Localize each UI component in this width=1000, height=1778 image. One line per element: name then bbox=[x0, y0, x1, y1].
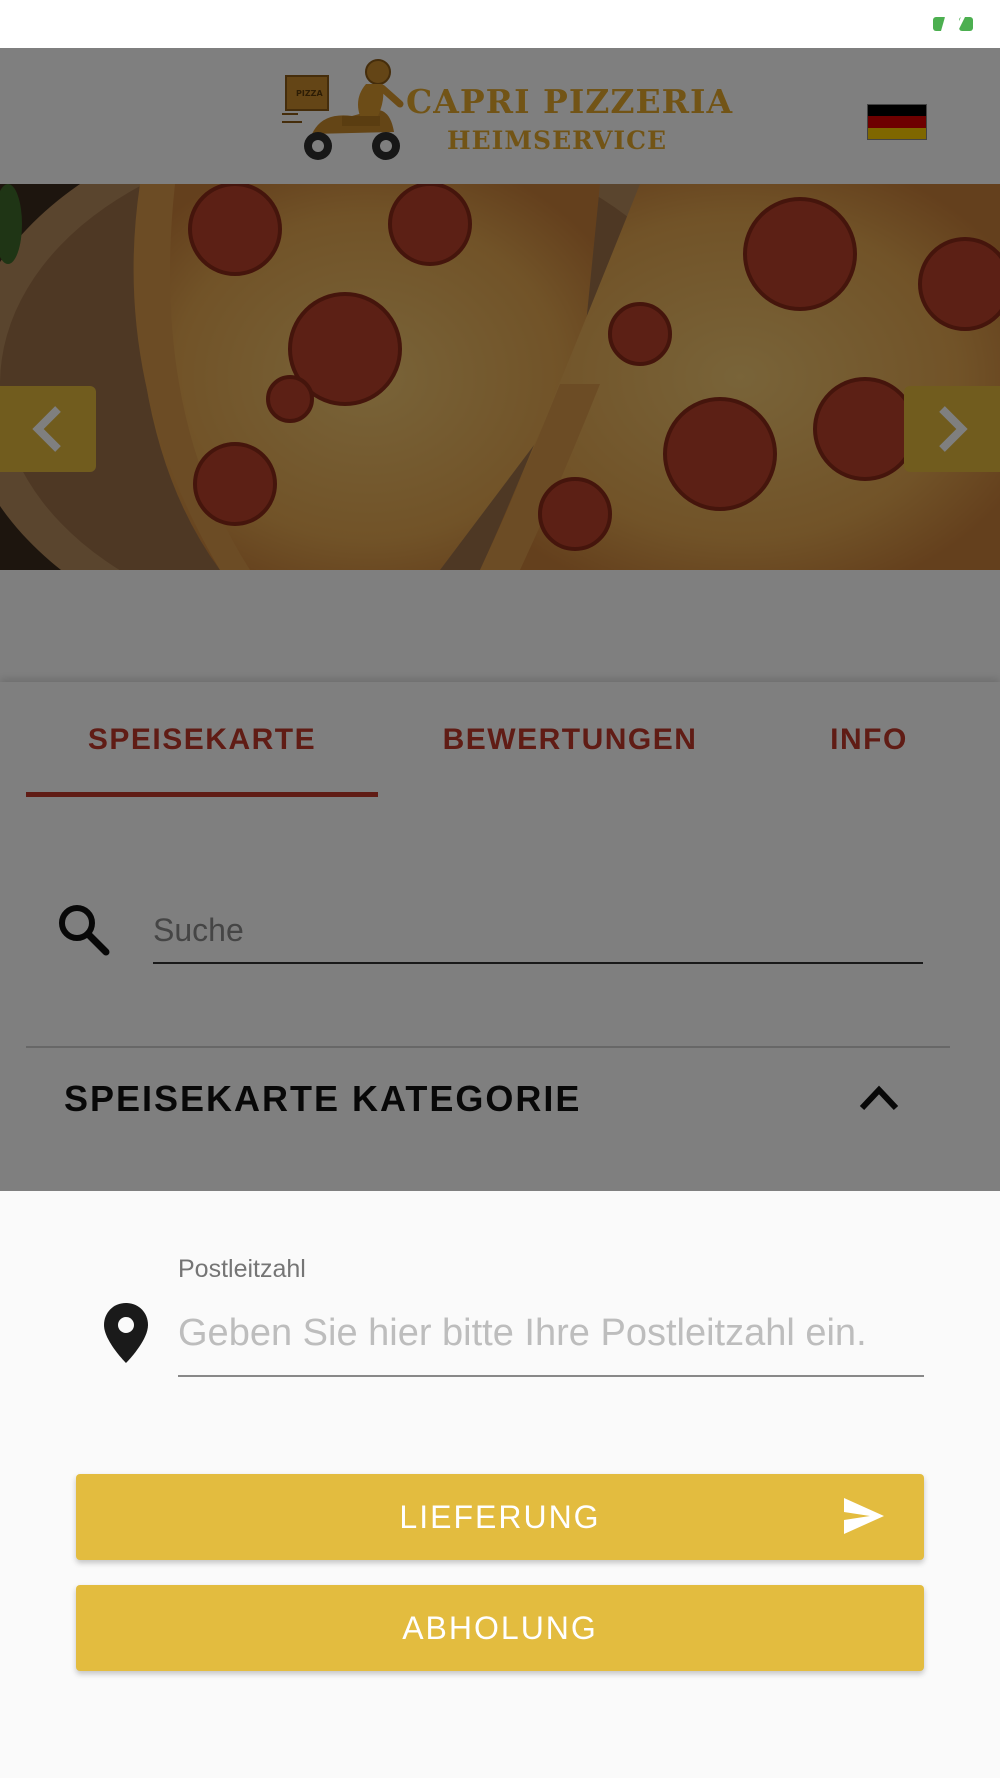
send-icon bbox=[844, 1498, 884, 1534]
postcode-label: Postleitzahl bbox=[178, 1255, 306, 1283]
status-bar bbox=[0, 0, 1000, 48]
delivery-bottom-sheet: Postleitzahl LIEFERUNG ABHOLUNG bbox=[0, 1191, 1000, 1778]
battery-charging-icon bbox=[933, 17, 973, 31]
modal-backdrop[interactable] bbox=[0, 48, 1000, 1192]
pickup-button[interactable]: ABHOLUNG bbox=[76, 1585, 924, 1671]
pickup-button-label: ABHOLUNG bbox=[402, 1609, 598, 1646]
delivery-button-label: LIEFERUNG bbox=[399, 1498, 601, 1535]
postcode-input[interactable] bbox=[178, 1291, 924, 1377]
delivery-button[interactable]: LIEFERUNG bbox=[76, 1474, 924, 1560]
map-pin-icon bbox=[104, 1303, 148, 1363]
